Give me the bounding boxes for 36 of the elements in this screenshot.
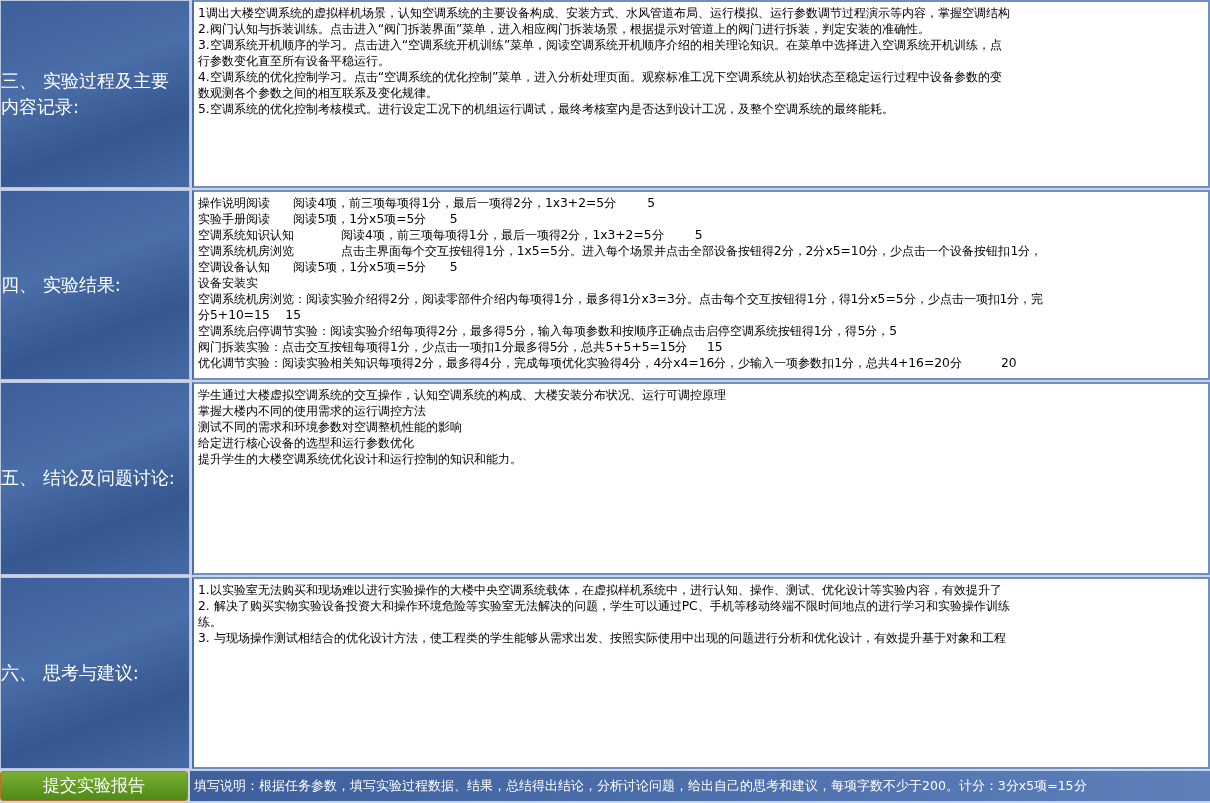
text-area[interactable] [192, 190, 1210, 380]
text-line: 空调系统机房浏览：阅读实验介绍得2分，阅读零部件介绍内每项得1分，最多得1分x3=3分。点击每个交互按钮得1分，得1分x5=5分，少点击一项扣1分，完 [198, 291, 1045, 307]
text-line: 3. 与现场操作测试相结合的优化设计方法，使工程类的学生能够从需求出发、按照实际使用中出现的问题进行分析和优化设计，有效提升基于对象和工程 [198, 630, 1007, 646]
section-label: 四、 实验结果: [1, 272, 122, 297]
text-line: 分5+10=15 15 [198, 307, 302, 323]
text-line: 阀门拆装实验：点击交互按钮每项得1分，少点击一项扣1分最多得5分，总共5+5+5=15分 15 [198, 339, 724, 355]
text-line: 1.以实验室无法购买和现场难以进行实验操作的大楼中央空调系统载体，在虚拟样机系统中，进行认知、操作、测试、优化设计等实验内容，有效提升了 [198, 582, 1003, 598]
instructions-text: 填写说明：根据任务参数，填写实验过程数据、结果，总结得出结论，分析讨论问题，给出自己的思考和建议，每项字数不少于200。计分：3分x5项=15分 [190, 771, 1210, 801]
text-line: 空调系统启停调节实验：阅读实验介绍每项得2分，最多得5分，输入每项参数和按顺序正确点击启停空调系统按钮得1分，得5分，5 [198, 323, 899, 339]
text-line: 空调系统知识认知 阅读4项，前三项每项得1分，最后一项得2分，1x3+2=5分 5 [198, 227, 704, 243]
text-line: 给定进行核心设备的选型和运行参数优化 [198, 435, 415, 451]
text-area[interactable]: 学生通过大楼虚拟空调系统的交互操作，认知空调系统的构成、大楼安装分布状况、运行可调控原理 掌握大楼内不同的使用需求的运行调控方法 测试不同的需求和环境参数对空调整机性能的影响 给定进行核心设备的选型和运行参数优化 提升学生的大楼空调系统优化设计和运行控制的知识和能力。 [192, 382, 1210, 575]
text-line: 3.空调系统开机顺序的学习。点击进入“空调系统开机训练”菜单，阅读空调系统开机顺序介绍的相关理论知识。在菜单中选择进入空调系统开机训练，点 [198, 37, 1004, 53]
text-line: 5.空调系统的优化控制考核模式。进行设定工况下的机组运行调试，最终考核室内是否达到设计工况，及整个空调系统的最终能耗。 [198, 101, 895, 117]
text-line: 2.阀门认知与拆装训练。点击进入“阀门拆装界面”菜单，进入相应阀门拆装场景，根据提示对管道上的阀门进行拆装，判定安装的准确性。 [198, 21, 932, 37]
text-line: 操作说明阅读 阅读4项，前三项每项得1分，最后一项得2分，1x3+2=5分 5 [198, 195, 657, 211]
text-area[interactable] [192, 577, 1210, 769]
text-line: 练。 [198, 614, 223, 630]
text-line: 2. 解决了购买实物实验设备投资大和操作环境危险等实验室无法解决的问题，学生可以通过PC、手机等移动终端不限时间地点的进行学习和实验操作训练 [198, 598, 1011, 614]
section-label: 五、 结论及问题讨论: [1, 466, 176, 491]
section-label: 六、 思考与建议: [1, 660, 140, 685]
text-line: 优化调节实验：阅读实验相关知识每项得2分，最多得4分，完成每项优化实验得4分，4分x4=16分，少输入一项参数扣1分，总共4+16=20分 20 [198, 355, 1018, 371]
text-line: 提升学生的大楼空调系统优化设计和运行控制的知识和能力。 [198, 451, 523, 467]
text-line: 设备安装实 [198, 275, 259, 291]
text-line: 实验手册阅读 阅读5项，1分x5项=5分 5 [198, 211, 459, 227]
text-line: 测试不同的需求和环境参数对空调整机性能的影响 [198, 419, 463, 435]
text-line: 空调系统机房浏览 点击主界面每个交互按钮得1分，1x5=5分。进入每个场景并点击全部设备按钮得2分，2分x5=10分，少点击一个设备按钮扣1分， [198, 243, 1044, 259]
text-line: 空调设备认知 阅读5项，1分x5项=5分 5 [198, 259, 459, 275]
text-line: 行参数变化直至所有设备平稳运行。 [198, 53, 391, 69]
section-label: 三、 实验过程及主要内容记录: [1, 68, 170, 119]
text-area[interactable] [192, 0, 1210, 188]
text-line: 4.空调系统的优化控制学习。点击“空调系统的优化控制”菜单，进入分析处理页面。观察标准工况下空调系统从初始状态至稳定运行过程中设备参数的变 [198, 69, 1004, 85]
text-line: 学生通过大楼虚拟空调系统的交互操作，认知空调系统的构成、大楼安装分布状况、运行可调控原理 [198, 387, 727, 403]
text-line: 1调出大楼空调系统的虚拟样机场景，认知空调系统的主要设备构成、安装方式、水风管道布局、运行模拟、运行参数调节过程演示等内容，掌握空调结构 [198, 5, 1011, 21]
text-line: 数观测各个参数之间的相互联系及变化规律。 [198, 85, 439, 101]
text-line: 掌握大楼内不同的使用需求的运行调控方法 [198, 403, 427, 419]
